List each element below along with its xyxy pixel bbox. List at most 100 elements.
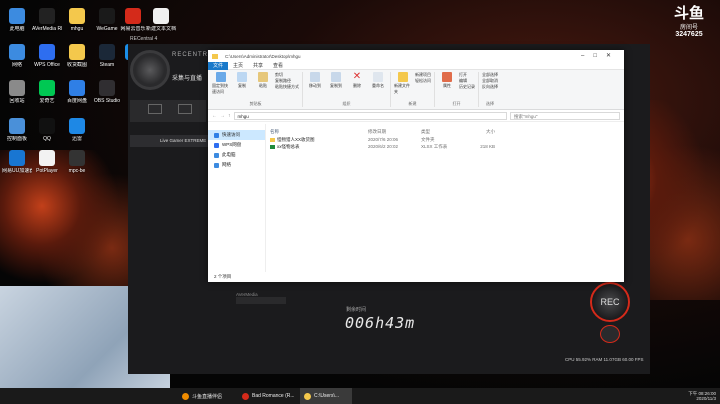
forward-icon[interactable]: → [220,113,225,119]
invert-selection-button[interactable]: 反向选择 [482,84,498,90]
column-header[interactable]: 大小 [465,129,495,135]
capture-preset-1[interactable] [148,104,162,114]
capture-device-label: Live Gamer EXTREME [160,138,207,143]
nav-item[interactable]: WPS网盘 [208,140,265,150]
paste-icon [258,72,268,82]
back-icon[interactable]: ← [212,113,217,119]
delete-icon: ✕ [352,71,362,82]
nav-item-label: 网络 [222,162,231,167]
desktop-icon[interactable]: QQ [32,118,62,142]
search-input[interactable]: 搜索"mhgu" [510,111,620,120]
ribbon-tab[interactable]: 主页 [228,62,248,70]
desktop-icon[interactable]: 控制面板 [2,118,32,142]
elapsed-label: 剩余时间 [346,307,367,313]
desktop-icon[interactable]: 网易UU加速器 [2,150,32,174]
paste-shortcut-button[interactable]: 粘贴快捷方式 [275,84,299,90]
desktop-icon[interactable]: PotPlayer [32,150,62,174]
nav-item-label: WPS网盘 [222,142,242,147]
capture-mode-label[interactable]: 采集与直播 [172,73,202,82]
status-bar: 2 个项目 [214,274,232,279]
history-button[interactable]: 历史记录 [459,84,475,90]
paste-button[interactable]: 粘贴 [254,72,272,89]
ribbon-tabs: 文件 主页 共享 查看 [208,61,624,70]
copy-button[interactable]: 复制 [233,72,251,89]
ribbon-tab[interactable]: 查看 [268,62,288,70]
desktop-icon[interactable]: 收货截图 [62,44,92,68]
desktop-icon-label: QQ [43,136,51,142]
capture-preset-2[interactable] [178,104,192,114]
desktop-icon[interactable]: 回收站 [2,80,32,104]
elapsed-value: 006h43m [345,314,416,332]
column-header[interactable]: 修改日期 [368,129,421,135]
file-name-cell: 怪物猎人XX收货图 [270,137,368,143]
folder-icon [270,137,275,142]
move-to-button[interactable]: 移动到 [306,72,324,89]
desktop-icon[interactable]: WPS Office [32,44,62,68]
properties-icon [442,72,452,82]
desktop-icon[interactable]: 爱奇艺 [32,80,62,104]
desktop-icon-label: 控制面板 [6,136,27,142]
capture-dial[interactable] [130,50,170,90]
address-bar[interactable]: mhgu [233,111,507,120]
desktop-icon[interactable]: OBS Studio [92,80,122,104]
explorer-window: C:\Users\Administrator\Desktop\mhgu –□✕ … [208,50,624,282]
properties-button[interactable]: 属性 [438,72,456,89]
explorer-titlebar[interactable]: C:\Users\Administrator\Desktop\mhgu –□✕ [208,50,624,62]
system-tray-clock[interactable]: 下午 08:26:00 2020/11/3 [688,388,716,404]
column-header[interactable]: 类型 [421,129,465,135]
desktop-icon[interactable]: 新建文本文档 [146,8,176,32]
taskbar-item[interactable]: C:\Users\... [300,388,352,404]
ribbon-group-clipboard: 固定到快速访问 复制 粘贴 剪切 复制路径 粘贴快捷方式 剪贴板 [212,72,303,107]
nav-item-label: 此电脑 [222,152,236,157]
column-header[interactable]: 名称 [270,129,368,135]
rec-button[interactable]: REC [590,282,630,322]
file-type: XLSX 工作表 [421,143,448,149]
clock-date: 2020/11/3 [696,396,716,401]
ribbon-group-label: 选择 [486,101,494,106]
new-folder-button[interactable]: 新建文件夹 [394,72,412,95]
desktop-icon[interactable]: AVerMedia RECentral 4 [32,8,62,32]
desktop-icon-label: mhgu [70,26,84,32]
app-icon [69,150,85,166]
file-row[interactable]: xx怪物总表 2020/6/2 20:02 XLSX 工作表 218 KB [270,143,620,150]
taskbar-item[interactable]: 斗鱼直播伴侣 [178,388,240,404]
copy-icon [237,72,247,82]
rename-button[interactable]: 重命名 [369,72,387,89]
snapshot-button[interactable] [600,325,620,343]
app-icon [39,118,55,134]
desktop-icon-label: 迅雷 [71,136,82,142]
column-headers: 名称 修改日期 类型 大小 [270,127,620,136]
desktop-icon[interactable]: 迅雷 [62,118,92,142]
easy-access-button[interactable]: 轻松访问 [415,78,431,84]
up-icon[interactable]: ↑ [228,113,231,119]
taskbar-item[interactable]: Bad Romance (R... [238,388,298,404]
capture-source-select[interactable] [236,297,286,304]
desktop-icon[interactable]: 网络 [2,44,32,68]
desktop-icon[interactable]: 此电脑 [2,8,32,32]
app-icon [99,8,115,24]
desktop-icon-label: 回收站 [9,98,25,104]
ribbon-group-label: 打开 [452,101,461,106]
app-icon [39,80,55,96]
file-size: 218 KB [480,144,495,149]
nav-item[interactable]: 网络 [208,160,265,170]
pin-button[interactable]: 固定到快速访问 [212,72,230,95]
desktop-icon[interactable]: 百度网盘 [62,80,92,104]
window-controls[interactable]: –□✕ [581,52,620,59]
desktop-icon[interactable]: mpc-be [62,150,92,174]
desktop-icon-label: OBS Studio [93,98,121,104]
copy-to-button[interactable]: 复制到 [327,72,345,89]
desktop-icon[interactable]: mhgu [62,8,92,32]
desktop-icon-label: 网易云音乐 [120,26,146,32]
app-icon [99,44,115,60]
nav-item[interactable]: 快速访问 [208,130,265,140]
delete-button[interactable]: ✕ 删除 [348,72,366,89]
capture-preset-panel [130,100,206,122]
ribbon-tab[interactable]: 文件 [208,61,229,70]
desktop-icon[interactable]: 网易云音乐 [118,8,148,32]
nav-item[interactable]: 此电脑 [208,150,265,160]
ribbon-group-new: 新建文件夹 新建项目 轻松访问 新建 [394,72,435,107]
folder-icon [212,53,218,59]
ribbon-tab[interactable]: 共享 [248,62,268,70]
file-row[interactable]: 怪物猎人XX收货图 2020/7/6 20:06 文件夹 [270,136,620,143]
